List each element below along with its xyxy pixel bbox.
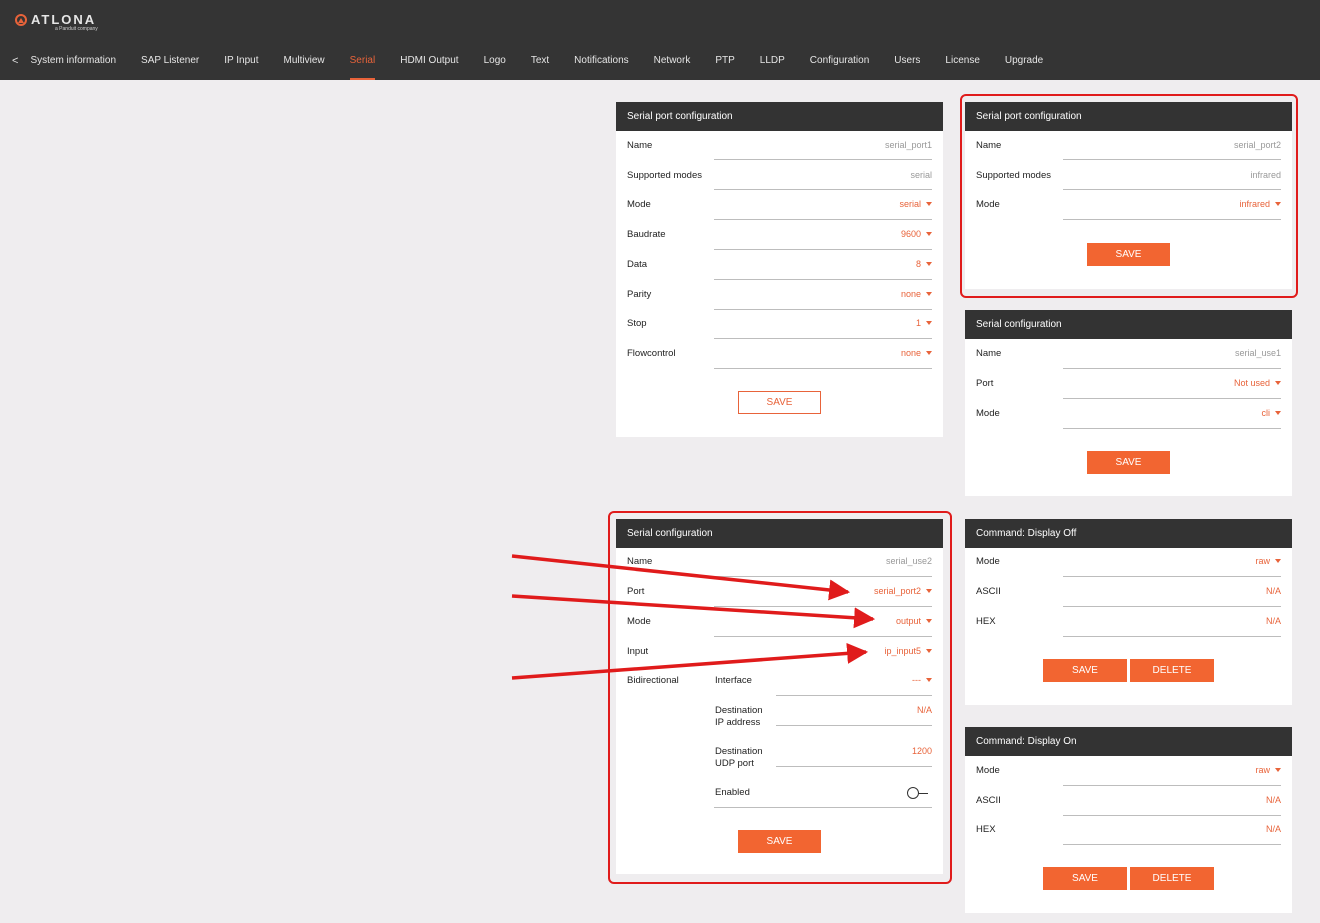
annotation-arrow-input — [511, 642, 869, 680]
annotation-arrow-mode — [511, 594, 876, 629]
annotation-arrows — [511, 554, 876, 680]
annotation-arrow-port — [511, 554, 851, 601]
